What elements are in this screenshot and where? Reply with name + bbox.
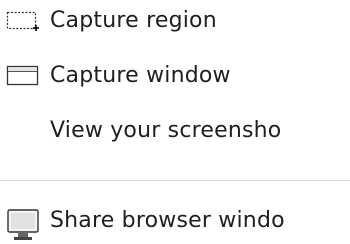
menu-item-capture-region[interactable]: Capture region — [0, 0, 350, 44]
menu-divider — [0, 180, 350, 181]
capture-menu: Capture region Capture window View your … — [0, 0, 350, 240]
menu-item-capture-window[interactable]: Capture window — [0, 55, 350, 99]
monitor-icon — [6, 208, 40, 240]
menu-item-share-browser-window[interactable]: Share browser windo — [0, 200, 350, 244]
capture-region-icon — [6, 8, 40, 34]
capture-window-icon — [6, 63, 40, 89]
menu-item-label: Capture region — [50, 8, 217, 33]
menu-item-label: Share browser windo — [50, 208, 285, 233]
menu-item-view-screenshots[interactable]: View your screensho — [0, 110, 350, 154]
menu-item-label: Capture window — [50, 63, 231, 88]
menu-item-label: View your screensho — [50, 118, 282, 143]
